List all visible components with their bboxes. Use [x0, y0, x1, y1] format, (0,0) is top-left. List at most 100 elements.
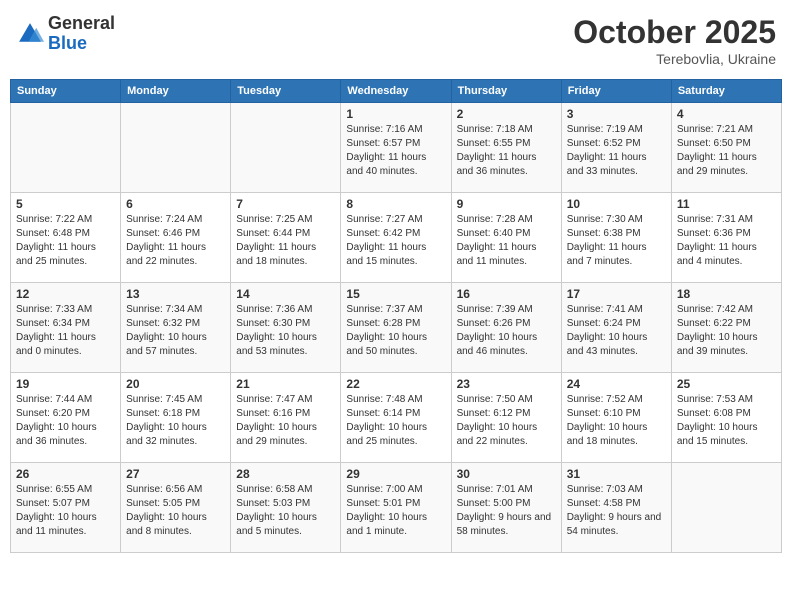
logo: General Blue: [16, 14, 115, 54]
month-title: October 2025: [573, 14, 776, 51]
day-number: 16: [457, 287, 556, 301]
calendar-cell: 16 Sunrise: 7:39 AM Sunset: 6:26 PM Dayli…: [451, 283, 561, 373]
calendar-cell: [121, 103, 231, 193]
weekday-header: Saturday: [671, 80, 781, 103]
day-number: 21: [236, 377, 335, 391]
day-number: 28: [236, 467, 335, 481]
day-info: Sunrise: 7:42 AM Sunset: 6:22 PM Dayligh…: [677, 303, 776, 359]
calendar-cell: [231, 103, 341, 193]
day-info: Sunrise: 7:53 AM Sunset: 6:08 PM Dayligh…: [677, 393, 776, 449]
day-info: Sunrise: 7:27 AM Sunset: 6:42 PM Dayligh…: [346, 213, 445, 269]
calendar-cell: 10 Sunrise: 7:30 AM Sunset: 6:38 PM Dayli…: [561, 193, 671, 283]
calendar-cell: 19 Sunrise: 7:44 AM Sunset: 6:20 PM Dayli…: [11, 373, 121, 463]
calendar-cell: 18 Sunrise: 7:42 AM Sunset: 6:22 PM Dayli…: [671, 283, 781, 373]
calendar-cell: 9 Sunrise: 7:28 AM Sunset: 6:40 PM Daylig…: [451, 193, 561, 283]
day-info: Sunrise: 7:44 AM Sunset: 6:20 PM Dayligh…: [16, 393, 115, 449]
day-number: 22: [346, 377, 445, 391]
calendar-cell: 31Sunrise: 7:03 AM Sunset: 4:58 PM Dayli…: [561, 463, 671, 553]
day-info: Sunrise: 7:19 AM Sunset: 6:52 PM Dayligh…: [567, 123, 666, 179]
day-info: Sunrise: 6:56 AM Sunset: 5:05 PM Dayligh…: [126, 483, 225, 539]
day-number: 18: [677, 287, 776, 301]
day-number: 14: [236, 287, 335, 301]
day-info: Sunrise: 7:39 AM Sunset: 6:26 PM Dayligh…: [457, 303, 556, 359]
day-info: Sunrise: 7:18 AM Sunset: 6:55 PM Dayligh…: [457, 123, 556, 179]
day-number: 31: [567, 467, 666, 481]
calendar-cell: 6 Sunrise: 7:24 AM Sunset: 6:46 PM Daylig…: [121, 193, 231, 283]
day-info: Sunrise: 7:22 AM Sunset: 6:48 PM Dayligh…: [16, 213, 115, 269]
weekday-header: Tuesday: [231, 80, 341, 103]
calendar-cell: 24 Sunrise: 7:52 AM Sunset: 6:10 PM Dayli…: [561, 373, 671, 463]
day-info: Sunrise: 7:48 AM Sunset: 6:14 PM Dayligh…: [346, 393, 445, 449]
day-info: Sunrise: 7:21 AM Sunset: 6:50 PM Dayligh…: [677, 123, 776, 179]
calendar-week-row: 26 Sunrise: 6:55 AM Sunset: 5:07 PM Dayli…: [11, 463, 782, 553]
calendar-cell: 14 Sunrise: 7:36 AM Sunset: 6:30 PM Dayli…: [231, 283, 341, 373]
day-number: 9: [457, 197, 556, 211]
weekday-header: Sunday: [11, 80, 121, 103]
day-info: Sunrise: 7:33 AM Sunset: 6:34 PM Dayligh…: [16, 303, 115, 359]
day-info: Sunrise: 7:52 AM Sunset: 6:10 PM Dayligh…: [567, 393, 666, 449]
logo-text: General Blue: [48, 14, 115, 54]
logo-general: General: [48, 13, 115, 33]
day-number: 5: [16, 197, 115, 211]
day-number: 19: [16, 377, 115, 391]
calendar-cell: 4Sunrise: 7:21 AM Sunset: 6:50 PM Daylig…: [671, 103, 781, 193]
day-info: Sunrise: 7:31 AM Sunset: 6:36 PM Dayligh…: [677, 213, 776, 269]
day-info: Sunrise: 7:00 AM Sunset: 5:01 PM Dayligh…: [346, 483, 445, 539]
calendar-cell: [671, 463, 781, 553]
logo-blue: Blue: [48, 33, 87, 53]
day-number: 2: [457, 107, 556, 121]
weekday-header: Wednesday: [341, 80, 451, 103]
calendar-cell: 11Sunrise: 7:31 AM Sunset: 6:36 PM Dayli…: [671, 193, 781, 283]
page-header: General Blue October 2025 Terebovlia, Uk…: [10, 10, 782, 71]
day-info: Sunrise: 7:24 AM Sunset: 6:46 PM Dayligh…: [126, 213, 225, 269]
day-number: 30: [457, 467, 556, 481]
day-number: 3: [567, 107, 666, 121]
calendar-cell: 23 Sunrise: 7:50 AM Sunset: 6:12 PM Dayli…: [451, 373, 561, 463]
day-info: Sunrise: 7:47 AM Sunset: 6:16 PM Dayligh…: [236, 393, 335, 449]
day-info: Sunrise: 7:28 AM Sunset: 6:40 PM Dayligh…: [457, 213, 556, 269]
day-number: 7: [236, 197, 335, 211]
calendar-cell: 1 Sunrise: 7:16 AM Sunset: 6:57 PM Daylig…: [341, 103, 451, 193]
location-subtitle: Terebovlia, Ukraine: [573, 51, 776, 67]
weekday-header: Monday: [121, 80, 231, 103]
calendar-week-row: 12 Sunrise: 7:33 AM Sunset: 6:34 PM Dayli…: [11, 283, 782, 373]
day-number: 13: [126, 287, 225, 301]
calendar-cell: 30Sunrise: 7:01 AM Sunset: 5:00 PM Dayli…: [451, 463, 561, 553]
calendar-cell: 20Sunrise: 7:45 AM Sunset: 6:18 PM Dayli…: [121, 373, 231, 463]
day-info: Sunrise: 6:58 AM Sunset: 5:03 PM Dayligh…: [236, 483, 335, 539]
day-info: Sunrise: 7:30 AM Sunset: 6:38 PM Dayligh…: [567, 213, 666, 269]
day-info: Sunrise: 7:50 AM Sunset: 6:12 PM Dayligh…: [457, 393, 556, 449]
calendar-cell: [11, 103, 121, 193]
calendar-week-row: 19 Sunrise: 7:44 AM Sunset: 6:20 PM Dayli…: [11, 373, 782, 463]
weekday-header: Thursday: [451, 80, 561, 103]
day-number: 8: [346, 197, 445, 211]
calendar-cell: 28 Sunrise: 6:58 AM Sunset: 5:03 PM Dayli…: [231, 463, 341, 553]
day-number: 23: [457, 377, 556, 391]
day-info: Sunrise: 7:36 AM Sunset: 6:30 PM Dayligh…: [236, 303, 335, 359]
calendar-cell: 5 Sunrise: 7:22 AM Sunset: 6:48 PM Daylig…: [11, 193, 121, 283]
day-info: Sunrise: 6:55 AM Sunset: 5:07 PM Dayligh…: [16, 483, 115, 539]
day-number: 1: [346, 107, 445, 121]
calendar-cell: 22 Sunrise: 7:48 AM Sunset: 6:14 PM Dayli…: [341, 373, 451, 463]
day-info: Sunrise: 7:45 AM Sunset: 6:18 PM Dayligh…: [126, 393, 225, 449]
day-number: 29: [346, 467, 445, 481]
day-info: Sunrise: 7:37 AM Sunset: 6:28 PM Dayligh…: [346, 303, 445, 359]
calendar-cell: 3 Sunrise: 7:19 AM Sunset: 6:52 PM Daylig…: [561, 103, 671, 193]
day-number: 24: [567, 377, 666, 391]
calendar-cell: 13Sunrise: 7:34 AM Sunset: 6:32 PM Dayli…: [121, 283, 231, 373]
logo-icon: [16, 20, 44, 48]
calendar-cell: 12 Sunrise: 7:33 AM Sunset: 6:34 PM Dayli…: [11, 283, 121, 373]
calendar-cell: 17Sunrise: 7:41 AM Sunset: 6:24 PM Dayli…: [561, 283, 671, 373]
day-number: 26: [16, 467, 115, 481]
day-info: Sunrise: 7:41 AM Sunset: 6:24 PM Dayligh…: [567, 303, 666, 359]
calendar-cell: 2 Sunrise: 7:18 AM Sunset: 6:55 PM Daylig…: [451, 103, 561, 193]
calendar-cell: 7Sunrise: 7:25 AM Sunset: 6:44 PM Daylig…: [231, 193, 341, 283]
calendar-cell: 21 Sunrise: 7:47 AM Sunset: 6:16 PM Dayli…: [231, 373, 341, 463]
calendar-cell: 26 Sunrise: 6:55 AM Sunset: 5:07 PM Dayli…: [11, 463, 121, 553]
calendar-cell: 8 Sunrise: 7:27 AM Sunset: 6:42 PM Daylig…: [341, 193, 451, 283]
day-number: 12: [16, 287, 115, 301]
calendar-table: SundayMondayTuesdayWednesdayThursdayFrid…: [10, 79, 782, 553]
day-number: 6: [126, 197, 225, 211]
day-number: 10: [567, 197, 666, 211]
day-info: Sunrise: 7:16 AM Sunset: 6:57 PM Dayligh…: [346, 123, 445, 179]
